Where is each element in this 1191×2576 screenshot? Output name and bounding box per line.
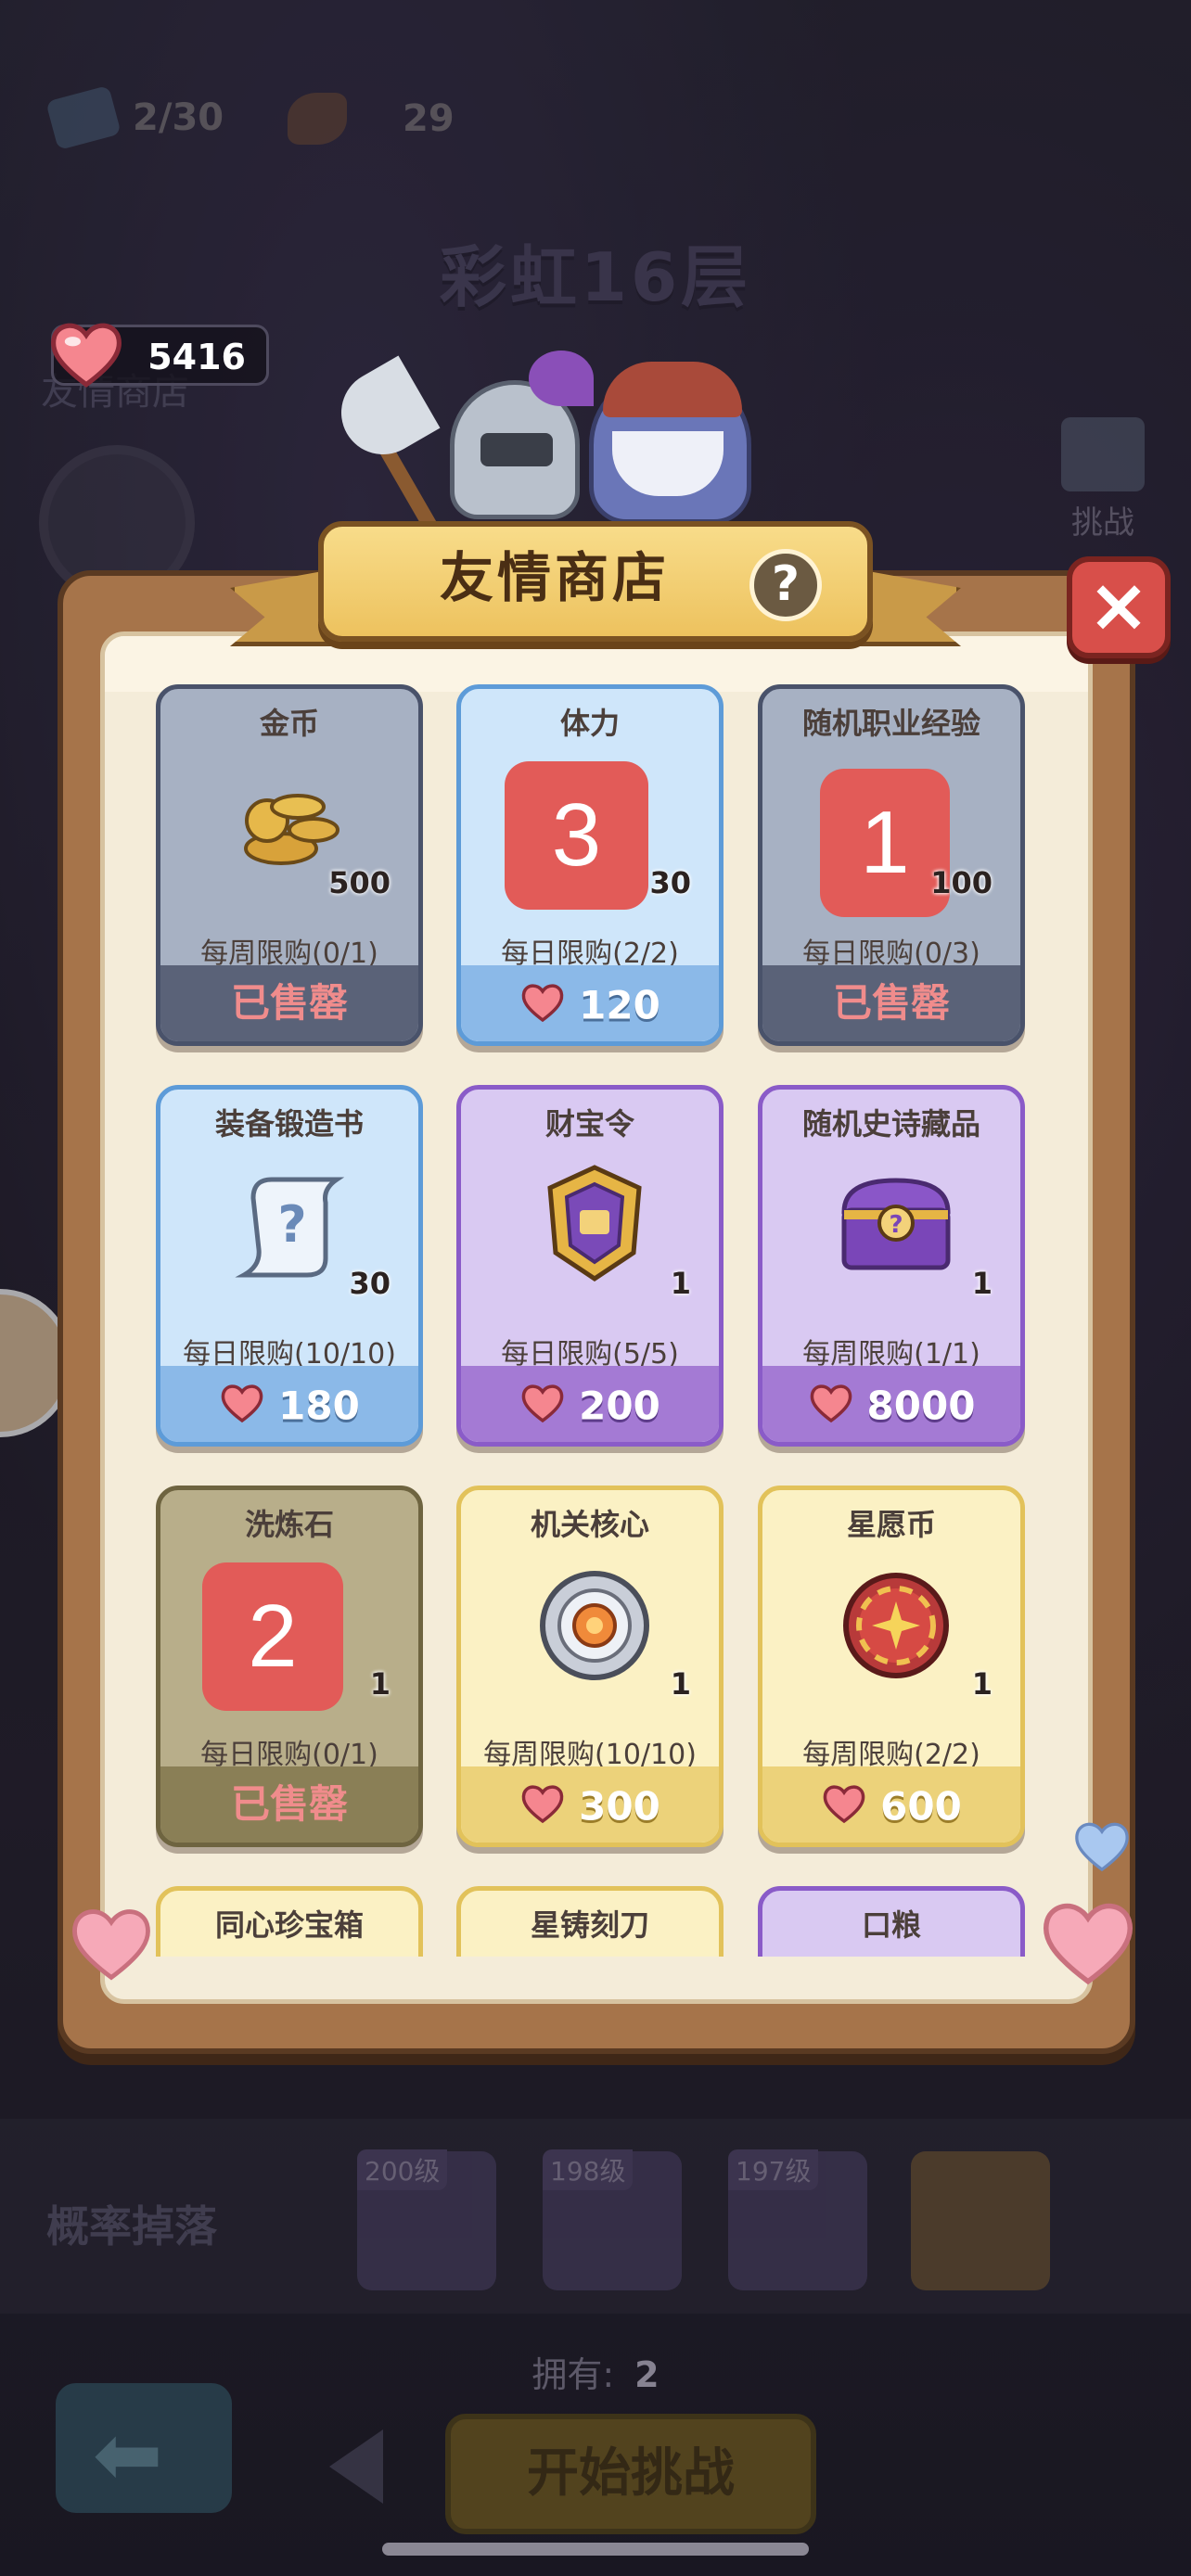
item-name: 口粮 bbox=[861, 1907, 921, 1943]
star-wish-coin-icon bbox=[843, 1573, 949, 1678]
item-qty: 1 bbox=[971, 1666, 992, 1702]
shop-item-treasure-token[interactable]: 财宝令 1 每日限购(5/5) 200 bbox=[456, 1085, 724, 1447]
heart-icon bbox=[521, 1384, 564, 1422]
heart-icon bbox=[521, 1784, 564, 1823]
shop-item-forge-scroll[interactable]: 装备锻造书 ? 30 每日限购(10/10) 180 bbox=[156, 1085, 423, 1447]
forge-scroll-icon: ? bbox=[235, 1177, 345, 1278]
shop-item-heart-treasure-box[interactable]: 同心珍宝箱 bbox=[156, 1886, 423, 1957]
item-name: 装备锻造书 bbox=[214, 1106, 364, 1141]
heart-icon bbox=[810, 1384, 852, 1422]
price-button[interactable]: 600 bbox=[762, 1766, 1020, 1843]
item-price: 300 bbox=[579, 1783, 660, 1830]
sold-out-label: 已售罄 bbox=[160, 1766, 418, 1843]
item-qty: 1 bbox=[369, 1666, 391, 1702]
shop-item-star-wish-coin[interactable]: 星愿币 1 每周限购(2/2) 600 bbox=[758, 1486, 1025, 1847]
item-name: 星铸刻刀 bbox=[530, 1907, 649, 1943]
item-name: 体力 bbox=[559, 706, 620, 741]
item-price: 600 bbox=[880, 1783, 962, 1830]
heart-icon bbox=[823, 1784, 865, 1823]
svg-text:?: ? bbox=[889, 1211, 903, 1239]
epic-chest-icon: ? bbox=[841, 1178, 951, 1270]
shop-item-stamina[interactable]: 体力 3 30 每日限购(2/2) 120 bbox=[456, 684, 724, 1046]
shop-item-mech-core[interactable]: 机关核心 1 每周限购(10/10) 300 bbox=[456, 1486, 724, 1847]
heart-currency: 5416 bbox=[51, 323, 269, 388]
item-qty: 1 bbox=[670, 1266, 691, 1301]
item-price: 200 bbox=[579, 1383, 660, 1429]
shop-item-refine-stone[interactable]: 洗炼石 2 1 每日限购(0/1) 已售罄 bbox=[156, 1486, 423, 1847]
item-name: 同心珍宝箱 bbox=[214, 1907, 364, 1943]
close-button[interactable]: × bbox=[1067, 556, 1171, 658]
item-name: 财宝令 bbox=[544, 1106, 634, 1141]
heart-icon bbox=[51, 323, 122, 388]
item-qty: 500 bbox=[328, 865, 391, 900]
item-qty: 30 bbox=[649, 865, 691, 900]
heart-icon bbox=[521, 983, 564, 1022]
shop-title-ribbon: 友情商店 bbox=[230, 512, 961, 660]
number-badge: 2 bbox=[202, 1562, 343, 1711]
sold-out-label: 已售罄 bbox=[160, 965, 418, 1041]
price-button[interactable]: 180 bbox=[160, 1366, 418, 1442]
number-badge: 3 bbox=[505, 761, 648, 910]
item-qty: 30 bbox=[349, 1266, 391, 1301]
price-button[interactable]: 8000 bbox=[762, 1366, 1020, 1442]
item-price: 120 bbox=[579, 982, 660, 1028]
item-name: 机关核心 bbox=[530, 1507, 649, 1542]
item-qty: 1 bbox=[971, 1266, 992, 1301]
mech-core-icon bbox=[540, 1571, 649, 1680]
item-name: 洗炼石 bbox=[244, 1507, 334, 1542]
shop-item-ration[interactable]: 口粮 bbox=[758, 1886, 1025, 1957]
item-name: 金币 bbox=[259, 706, 319, 741]
shop-item-star-chisel[interactable]: 星铸刻刀 bbox=[456, 1886, 724, 1957]
treasure-token-icon bbox=[547, 1165, 642, 1282]
item-name: 随机史诗藏品 bbox=[801, 1106, 980, 1141]
decor-heart-icon bbox=[72, 1909, 150, 1981]
price-button[interactable]: 200 bbox=[461, 1366, 719, 1442]
item-price: 180 bbox=[278, 1383, 360, 1429]
decor-heart-icon bbox=[1075, 1822, 1129, 1872]
item-price: 8000 bbox=[866, 1383, 976, 1429]
shop-item-gold[interactable]: 金币 500 每周限购(0/1) 已售罄 bbox=[156, 684, 423, 1046]
item-name: 星愿币 bbox=[846, 1507, 936, 1542]
shop-title: 友情商店 bbox=[439, 546, 670, 609]
item-qty: 100 bbox=[930, 865, 992, 900]
sold-out-label: 已售罄 bbox=[762, 965, 1020, 1041]
home-indicator[interactable] bbox=[382, 2543, 809, 2556]
price-button[interactable]: 120 bbox=[461, 965, 719, 1041]
shop-item-epic-collectible[interactable]: 随机史诗藏品 ? 1 每周限购(1/1) 8000 bbox=[758, 1085, 1025, 1447]
svg-text:?: ? bbox=[277, 1195, 306, 1254]
shop-item-class-exp[interactable]: 随机职业经验 1 100 每日限购(0/3) 已售罄 bbox=[758, 684, 1025, 1046]
heart-icon bbox=[221, 1384, 263, 1422]
shop-item-grid: 金币 500 每周限购(0/1) 已售罄 体力 3 30 每日限购(2/2) 1… bbox=[156, 684, 1028, 1957]
item-name: 随机职业经验 bbox=[801, 706, 980, 741]
heart-count: 5416 bbox=[147, 337, 246, 377]
axe-icon bbox=[326, 355, 441, 470]
help-button[interactable]: ? bbox=[749, 549, 822, 621]
decor-heart-icon bbox=[1044, 1903, 1133, 1985]
item-qty: 1 bbox=[670, 1666, 691, 1702]
price-button[interactable]: 300 bbox=[461, 1766, 719, 1843]
